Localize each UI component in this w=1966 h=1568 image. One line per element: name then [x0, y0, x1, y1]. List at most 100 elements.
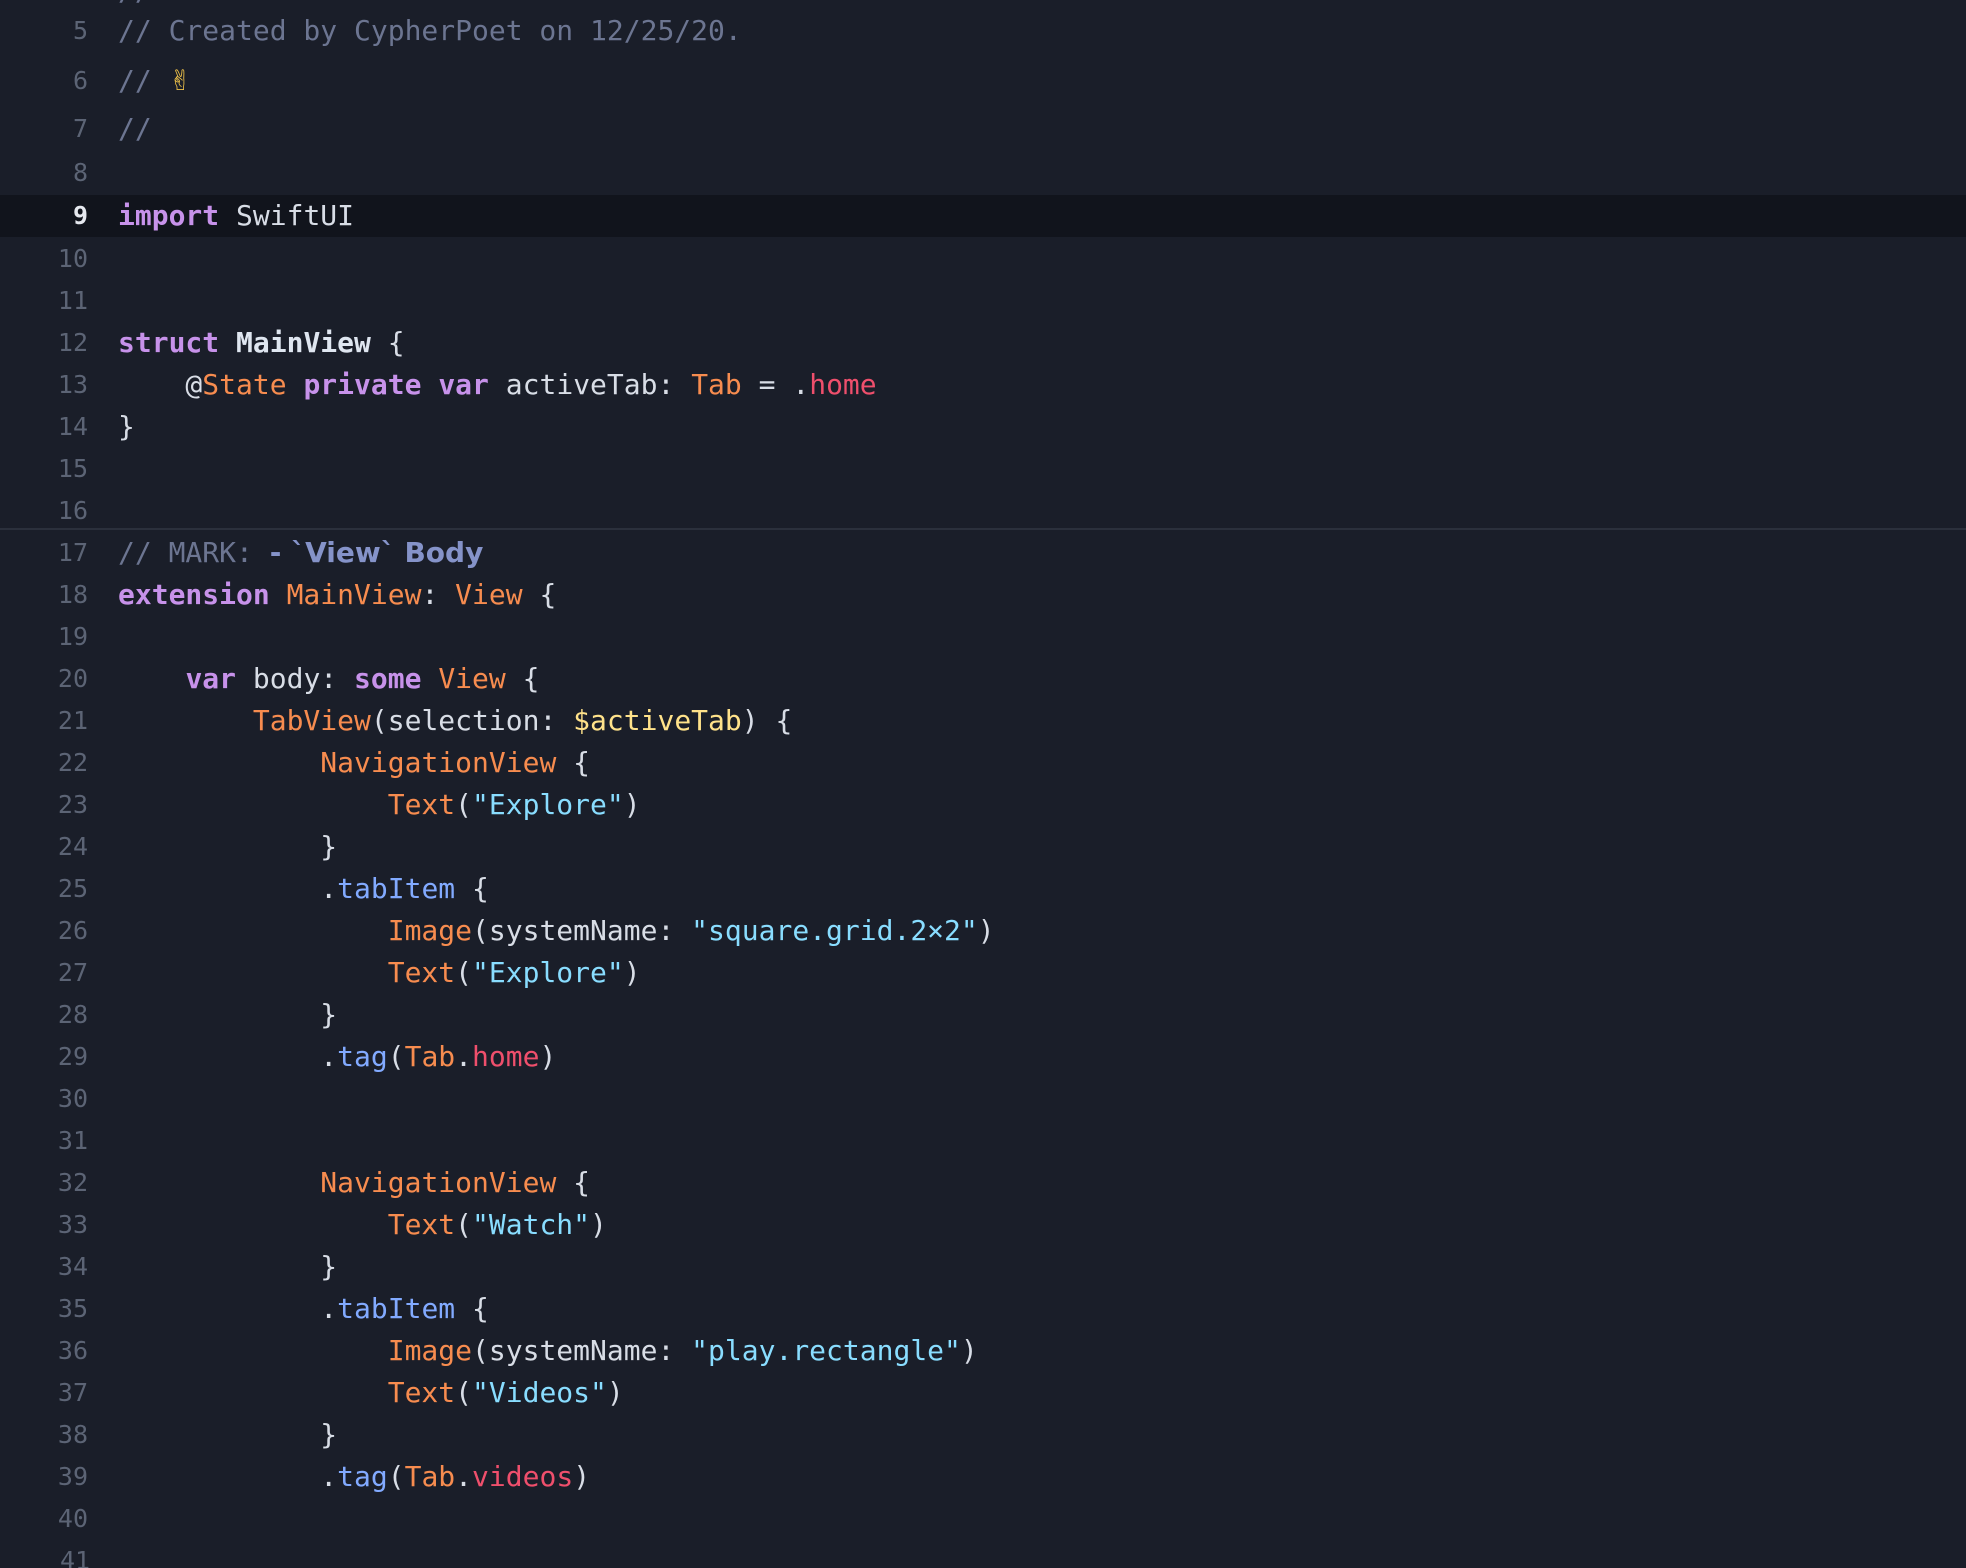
code-text[interactable]: .tabItem {	[118, 1288, 489, 1330]
code-text[interactable]: // Created by CypherPoet on 12/25/20.	[118, 10, 742, 52]
code-line[interactable]: 21 TabView(selection: $activeTab) {	[0, 700, 1966, 742]
code-text[interactable]: .tag(Tab.videos)	[118, 1456, 590, 1498]
code-token: )	[590, 1208, 607, 1241]
code-line[interactable]: 40	[0, 1498, 1966, 1540]
code-text[interactable]: NavigationView {	[118, 742, 590, 784]
code-text[interactable]: Text("Watch")	[118, 1204, 607, 1246]
code-text[interactable]: Image(systemName: "square.grid.2×2")	[118, 910, 995, 952]
code-line[interactable]: 18 extension MainView: View {	[0, 574, 1966, 616]
code-text[interactable]: import SwiftUI	[118, 195, 354, 237]
code-token: "Videos"	[472, 1376, 607, 1409]
code-token: "play.rectangle"	[691, 1334, 961, 1367]
code-text[interactable]: @State private var activeTab: Tab = .hom…	[118, 364, 877, 406]
code-line[interactable]: 29 .tag(Tab.home)	[0, 1036, 1966, 1078]
code-text[interactable]: Image(systemName: "play.rectangle")	[118, 1330, 978, 1372]
code-line[interactable]: 7 //	[0, 108, 1966, 150]
code-line[interactable]: 5 // Created by CypherPoet on 12/25/20.	[0, 10, 1966, 52]
code-line[interactable]: 33 Text("Watch")	[0, 1204, 1966, 1246]
code-token: (	[387, 1040, 405, 1073]
code-line[interactable]: 12 struct MainView {	[0, 322, 1966, 364]
line-number: 38	[57, 1420, 88, 1449]
code-line[interactable]: 25 .tabItem {	[0, 868, 1966, 910]
code-token: Tab	[404, 1460, 456, 1493]
code-line[interactable]: 34 }	[0, 1246, 1966, 1288]
line-number-partial: 41	[60, 1546, 91, 1568]
code-text[interactable]: extension MainView: View {	[118, 574, 556, 616]
line-number: 28	[57, 1000, 88, 1029]
code-text[interactable]: // MARK: - `View` Body	[118, 532, 483, 574]
code-line[interactable]: 22 NavigationView {	[0, 742, 1966, 784]
code-token: (	[455, 1376, 473, 1409]
code-line[interactable]: 16	[0, 490, 1966, 532]
line-number: 19	[57, 622, 88, 651]
code-line[interactable]: 11	[0, 280, 1966, 322]
line-number: 40	[57, 1504, 88, 1533]
code-token: Text	[387, 956, 456, 989]
code-token: .	[118, 1292, 338, 1325]
code-token: (	[455, 788, 473, 821]
code-line[interactable]: 17 // MARK: - `View` Body	[0, 532, 1966, 574]
code-token: .	[118, 1040, 338, 1073]
code-text[interactable]: //	[118, 108, 152, 150]
code-line[interactable]: 37 Text("Videos")	[0, 1372, 1966, 1414]
code-token: }	[118, 1250, 338, 1283]
code-line[interactable]: 31	[0, 1120, 1966, 1162]
line-number: 34	[57, 1252, 88, 1281]
line-number: 15	[57, 454, 88, 483]
code-text[interactable]: struct MainView {	[118, 322, 405, 364]
code-token: activeTab:	[488, 368, 692, 401]
code-text[interactable]: TabView(selection: $activeTab) {	[118, 700, 792, 742]
code-text[interactable]: }	[118, 1414, 337, 1456]
line-number: 32	[57, 1168, 88, 1197]
code-token: body:	[236, 662, 355, 695]
code-line[interactable]: 13 @State private var activeTab: Tab = .…	[0, 364, 1966, 406]
code-token: (systemName:	[472, 914, 692, 947]
code-line[interactable]: 15	[0, 448, 1966, 490]
code-text[interactable]: }	[118, 1246, 337, 1288]
line-number: 29	[57, 1042, 88, 1071]
code-token: )	[623, 788, 641, 821]
code-line[interactable]: 24 }	[0, 826, 1966, 868]
code-line[interactable]: 8	[0, 152, 1966, 194]
code-token: View	[438, 662, 506, 695]
code-line[interactable]: 14}	[0, 406, 1966, 448]
code-line[interactable]: 35 .tabItem {	[0, 1288, 1966, 1330]
code-line[interactable]: 28 }	[0, 994, 1966, 1036]
code-text[interactable]: .tag(Tab.home)	[118, 1036, 556, 1078]
code-line[interactable]: 19	[0, 616, 1966, 658]
code-text[interactable]: .tabItem {	[118, 868, 489, 910]
code-line[interactable]: 32 NavigationView {	[0, 1162, 1966, 1204]
code-token: :	[421, 578, 456, 611]
code-text[interactable]: }	[118, 994, 337, 1036]
code-token: {	[505, 662, 540, 695]
code-line[interactable]: 26 Image(systemName: "square.grid.2×2")	[0, 910, 1966, 952]
code-line[interactable]: 39 .tag(Tab.videos)	[0, 1456, 1966, 1498]
code-text[interactable]: }	[118, 406, 135, 448]
line-number: 36	[57, 1336, 88, 1365]
code-text[interactable]: // ✌	[118, 60, 192, 102]
code-line[interactable]: 6 // ✌	[0, 60, 1966, 102]
code-line[interactable]: 27 Text("Explore")	[0, 952, 1966, 994]
line-number: 6	[72, 66, 88, 95]
code-text[interactable]: Text("Explore")	[118, 784, 641, 826]
code-text[interactable]: Text("Explore")	[118, 952, 641, 994]
code-line[interactable]: 30	[0, 1078, 1966, 1120]
code-line[interactable]: 10	[0, 238, 1966, 280]
code-line[interactable]: 38 }	[0, 1414, 1966, 1456]
code-line[interactable]: 20 var body: some View {	[0, 658, 1966, 700]
code-text[interactable]: NavigationView {	[118, 1162, 590, 1204]
code-line[interactable]: 9 import SwiftUI	[0, 195, 1966, 237]
code-line[interactable]: 36 Image(systemName: "play.rectangle")	[0, 1330, 1966, 1372]
code-line[interactable]: 23 Text("Explore")	[0, 784, 1966, 826]
code-token: home	[809, 368, 877, 401]
code-text[interactable]: Text("Videos")	[118, 1372, 624, 1414]
code-editor[interactable]: // 41 5 // Created by CypherPoet on 12/25…	[0, 0, 1966, 1568]
code-text[interactable]: }	[118, 826, 337, 868]
code-text[interactable]: var body: some View {	[118, 658, 539, 700]
line-number: 5	[72, 16, 88, 45]
code-token: .	[118, 872, 338, 905]
code-token: "Explore"	[472, 788, 624, 821]
